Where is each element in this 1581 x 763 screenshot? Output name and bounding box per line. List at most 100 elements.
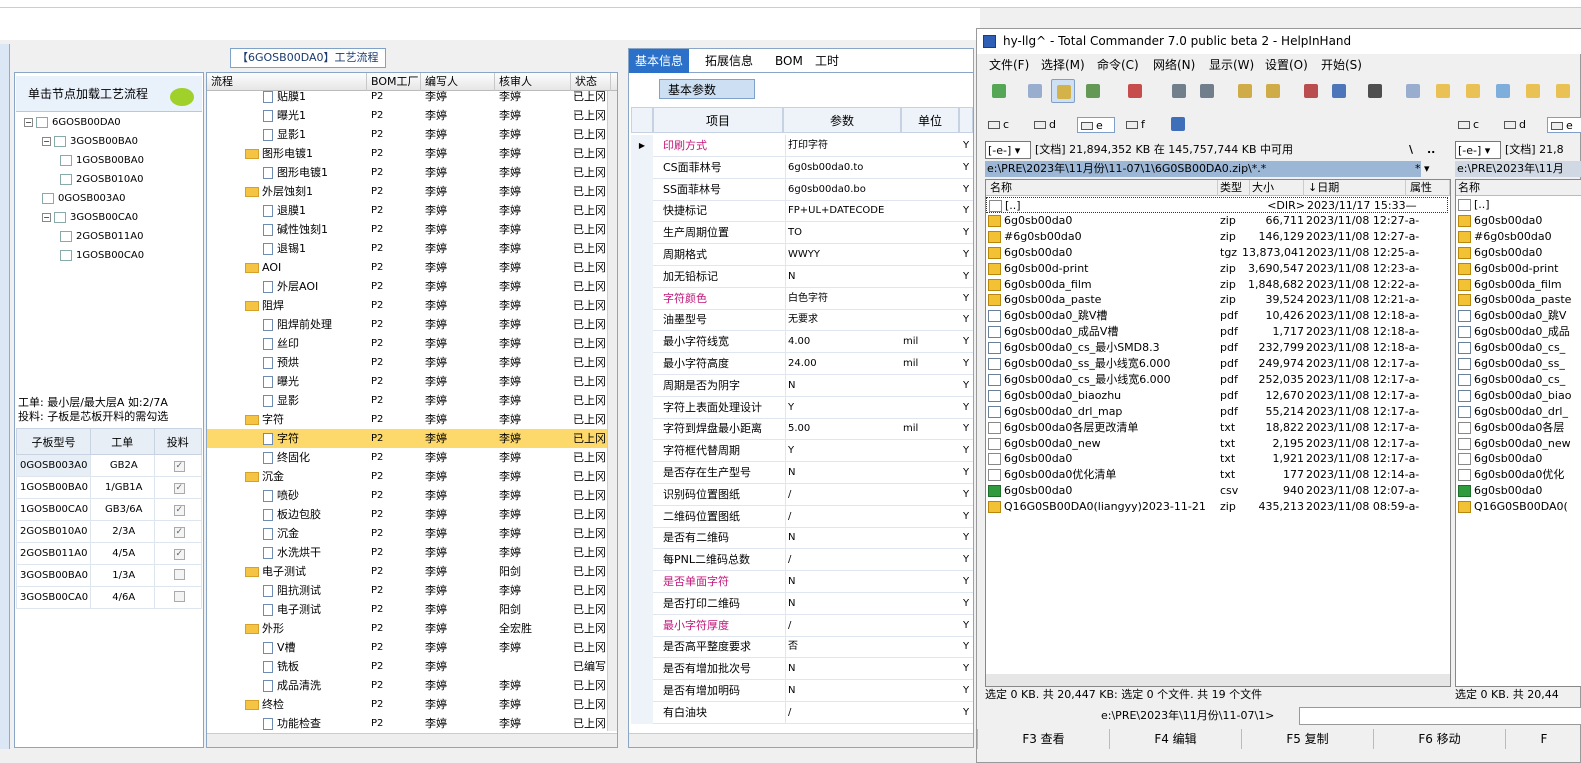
subboard-order[interactable]: 1/GB1A bbox=[89, 476, 155, 499]
drive-combo-left[interactable]: [-e-] ▾ bbox=[985, 141, 1031, 159]
file-col-header[interactable]: 类型 bbox=[1218, 180, 1250, 196]
flow-row[interactable]: 曝光1 P2 李婷 李婷 已上冈 bbox=[207, 106, 611, 125]
file-row[interactable]: 6g0sb00da0 zip 66,711 2023/11/08 12:27-a- bbox=[986, 213, 1448, 229]
subboard-row[interactable]: 2GOSB011A0 4/5A ✓ bbox=[16, 542, 203, 565]
fkey-button[interactable]: F5 复制 bbox=[1241, 729, 1373, 749]
param-value[interactable]: Y bbox=[785, 440, 901, 463]
right-file-row[interactable]: 6g0sb00d-print bbox=[1456, 261, 1581, 277]
tree-node[interactable]: 2GOSB010A0 bbox=[60, 171, 143, 189]
flow-vertical-scrollbar[interactable] bbox=[607, 91, 617, 731]
file-row[interactable]: 6g0sb00da0_new txt 2,195 2023/11/08 12:17-a… bbox=[986, 436, 1448, 452]
file-row[interactable]: 6g0sb00da0_drl_map pdf 55,214 2023/11/08 12… bbox=[986, 404, 1448, 420]
param-tab[interactable]: 工时 bbox=[809, 49, 845, 73]
flow-col-header[interactable]: 流程 bbox=[207, 73, 367, 91]
flow-row[interactable]: 显影1 P2 李婷 李婷 已上冈 bbox=[207, 125, 611, 144]
right-file-row[interactable]: 6g0sb00da0_跳V bbox=[1456, 308, 1581, 324]
file-col-header[interactable]: 名称 bbox=[988, 180, 1218, 196]
param-tab[interactable]: 拓展信息 bbox=[699, 49, 759, 73]
url-icon[interactable] bbox=[1327, 79, 1351, 103]
param-value[interactable]: N bbox=[785, 265, 901, 288]
file-row[interactable]: 6g0sb00da0 txt 1,921 2023/11/08 12:17-a- bbox=[986, 451, 1448, 467]
param-row[interactable]: 是否有二维码 N Y bbox=[631, 527, 973, 550]
flow-row[interactable]: 终检 P2 李婷 李婷 已上冈 bbox=[207, 695, 611, 714]
tc-menu-item[interactable]: 开始(S) bbox=[1321, 55, 1362, 75]
flow-row[interactable]: 外层AOI P2 李婷 李婷 已上冈 bbox=[207, 277, 611, 296]
flow-row[interactable]: 阻焊前处理 P2 李婷 李婷 已上冈 bbox=[207, 315, 611, 334]
param-value[interactable]: N bbox=[785, 680, 901, 702]
subboard-feed[interactable]: ✓ bbox=[153, 498, 203, 521]
param-row[interactable]: 字符上表面处理设计 Y Y bbox=[631, 396, 973, 419]
tree-node[interactable]: 0GOSB003A0 bbox=[42, 190, 125, 208]
param-row[interactable]: 有白油块 / Y bbox=[631, 701, 973, 724]
network-drive-icon[interactable] bbox=[1171, 117, 1185, 131]
fkey-button[interactable]: F bbox=[1505, 729, 1581, 749]
file-row[interactable]: 6g0sb00da0_cs_最小线宽6.000 pdf 252,035 2023/11… bbox=[986, 372, 1448, 388]
param-row[interactable]: 最小字符线宽 4.00 mil Y bbox=[631, 331, 973, 354]
subboard-order[interactable]: 4/5A bbox=[89, 542, 155, 565]
tc-menu-item[interactable]: 选择(M) bbox=[1041, 55, 1085, 75]
path-bar-left[interactable]: e:\PRE\2023年\11月份\11-07\1\6G0SB00DA0.zip… bbox=[985, 161, 1421, 177]
file-row[interactable]: Q16G0SB00DA0(liangyy)2023-11-21 zip 435,21… bbox=[986, 499, 1448, 515]
file-row[interactable]: 6g0sb00da0优化清单 txt 177 2023/11/08 12:14-a- bbox=[986, 467, 1448, 483]
path-bar-right[interactable]: e:\PRE\2023年\11月 bbox=[1455, 161, 1581, 177]
pack-icon[interactable] bbox=[1233, 79, 1257, 103]
param-value[interactable]: 否 bbox=[785, 636, 901, 659]
param-horizontal-scrollbar[interactable] bbox=[629, 733, 973, 747]
file-row[interactable]: #6g0sb00da0 zip 146,129 2023/11/08 12:27-a- bbox=[986, 229, 1448, 245]
file-row[interactable]: [..] <DIR> 2023/11/17 15:33— bbox=[986, 197, 1448, 213]
tc-menu-item[interactable]: 文件(F) bbox=[989, 55, 1029, 75]
subboard-order[interactable]: 2/3A bbox=[89, 520, 155, 543]
param-value[interactable]: N bbox=[785, 571, 901, 593]
flow-row[interactable]: V槽 P2 李婷 李婷 已上冈 bbox=[207, 638, 611, 657]
param-tab[interactable]: BOM bbox=[769, 49, 809, 73]
param-value[interactable]: / bbox=[785, 701, 901, 724]
param-row[interactable]: 最小字符高度 24.00 mil Y bbox=[631, 353, 973, 375]
subboard-feed[interactable]: ✓ bbox=[153, 542, 203, 565]
right-file-row[interactable]: 6g0sb00da0_cs_ bbox=[1456, 340, 1581, 356]
drive-button[interactable]: d bbox=[1031, 117, 1069, 133]
param-row[interactable]: 是否打印二维码 N Y bbox=[631, 592, 973, 615]
right-file-row[interactable]: 6g0sb00da0各层 bbox=[1456, 420, 1581, 436]
flow-row[interactable]: 显影 P2 李婷 李婷 已上冈 bbox=[207, 391, 611, 410]
flow-col-header[interactable]: BOM工厂 bbox=[367, 73, 421, 91]
tree-node[interactable]: 1GOSB00BA0 bbox=[60, 152, 144, 170]
subboard-row[interactable]: 3GOSB00CA0 4/6A bbox=[16, 586, 203, 609]
tree-node[interactable]: − 6GOSB00DA0 bbox=[24, 114, 121, 132]
drive-button[interactable]: e bbox=[1077, 117, 1115, 133]
forward-icon[interactable] bbox=[1195, 79, 1219, 103]
right-file-row[interactable]: 6g0sb00da0 bbox=[1456, 451, 1581, 467]
param-value[interactable]: / bbox=[785, 549, 901, 572]
tc-menu-item[interactable]: 显示(W) bbox=[1209, 55, 1254, 75]
flow-row[interactable]: 板边包胶 P2 李婷 李婷 已上冈 bbox=[207, 505, 611, 524]
tc-menu-item[interactable]: 命令(C) bbox=[1097, 55, 1139, 75]
subboard-feed[interactable]: ✓ bbox=[153, 520, 203, 543]
feed-checkbox[interactable]: ✓ bbox=[173, 482, 185, 494]
right-file-row[interactable]: 6g0sb00da0 bbox=[1456, 213, 1581, 229]
collapse-icon[interactable]: − bbox=[42, 136, 51, 146]
param-value[interactable]: / bbox=[785, 505, 901, 528]
root-button[interactable]: \ bbox=[1409, 141, 1413, 159]
history-button[interactable]: * ▾ bbox=[1415, 161, 1430, 177]
param-row[interactable]: CS面菲林号 6g0sb00da0.to Y bbox=[631, 156, 973, 179]
subboard-feed[interactable]: ✓ bbox=[153, 454, 203, 477]
right-file-row[interactable]: 6g0sb00da0_new bbox=[1456, 436, 1581, 452]
param-value[interactable]: 打印字符 bbox=[785, 135, 901, 157]
board-tree[interactable]: −6GOSB00DA0−3GOSB00BA0 1GOSB00BA0 2GOSB010… bbox=[16, 114, 202, 390]
subboard-row[interactable]: 1GOSB00CA0 GB3/6A ✓ bbox=[16, 498, 203, 521]
subboard-row[interactable]: 2GOSB010A0 2/3A ✓ bbox=[16, 520, 203, 543]
flow-row[interactable]: 字符 P2 李婷 李婷 已上冈 bbox=[207, 429, 611, 448]
file-col-header[interactable]: ↓日期 bbox=[1306, 180, 1406, 196]
param-row[interactable]: 字符框代替周期 Y Y bbox=[631, 440, 973, 463]
file-row[interactable]: 6g0sb00da0_ss_最小线宽6.000 pdf 249,974 2023/11… bbox=[986, 356, 1448, 372]
param-row[interactable]: 周期格式 WWYY Y bbox=[631, 244, 973, 266]
right-file-row[interactable]: 6g0sb00da0_cs_ bbox=[1456, 372, 1581, 388]
unpack-icon[interactable] bbox=[1261, 79, 1285, 103]
parent-button[interactable]: .. bbox=[1427, 141, 1435, 159]
refresh-icon[interactable] bbox=[987, 79, 1011, 103]
file-row[interactable]: 6g0sb00da_paste zip 39,524 2023/11/08 12:21… bbox=[986, 292, 1448, 308]
param-row[interactable]: SS面菲林号 6g0sb00da0.bo Y bbox=[631, 178, 973, 201]
param-col-header[interactable]: 项目 bbox=[653, 107, 783, 133]
cmdline-input[interactable] bbox=[1299, 707, 1581, 725]
right-file-row[interactable]: #6g0sb00da0 bbox=[1456, 229, 1581, 245]
file-col-header[interactable]: 属性 bbox=[1408, 180, 1450, 196]
